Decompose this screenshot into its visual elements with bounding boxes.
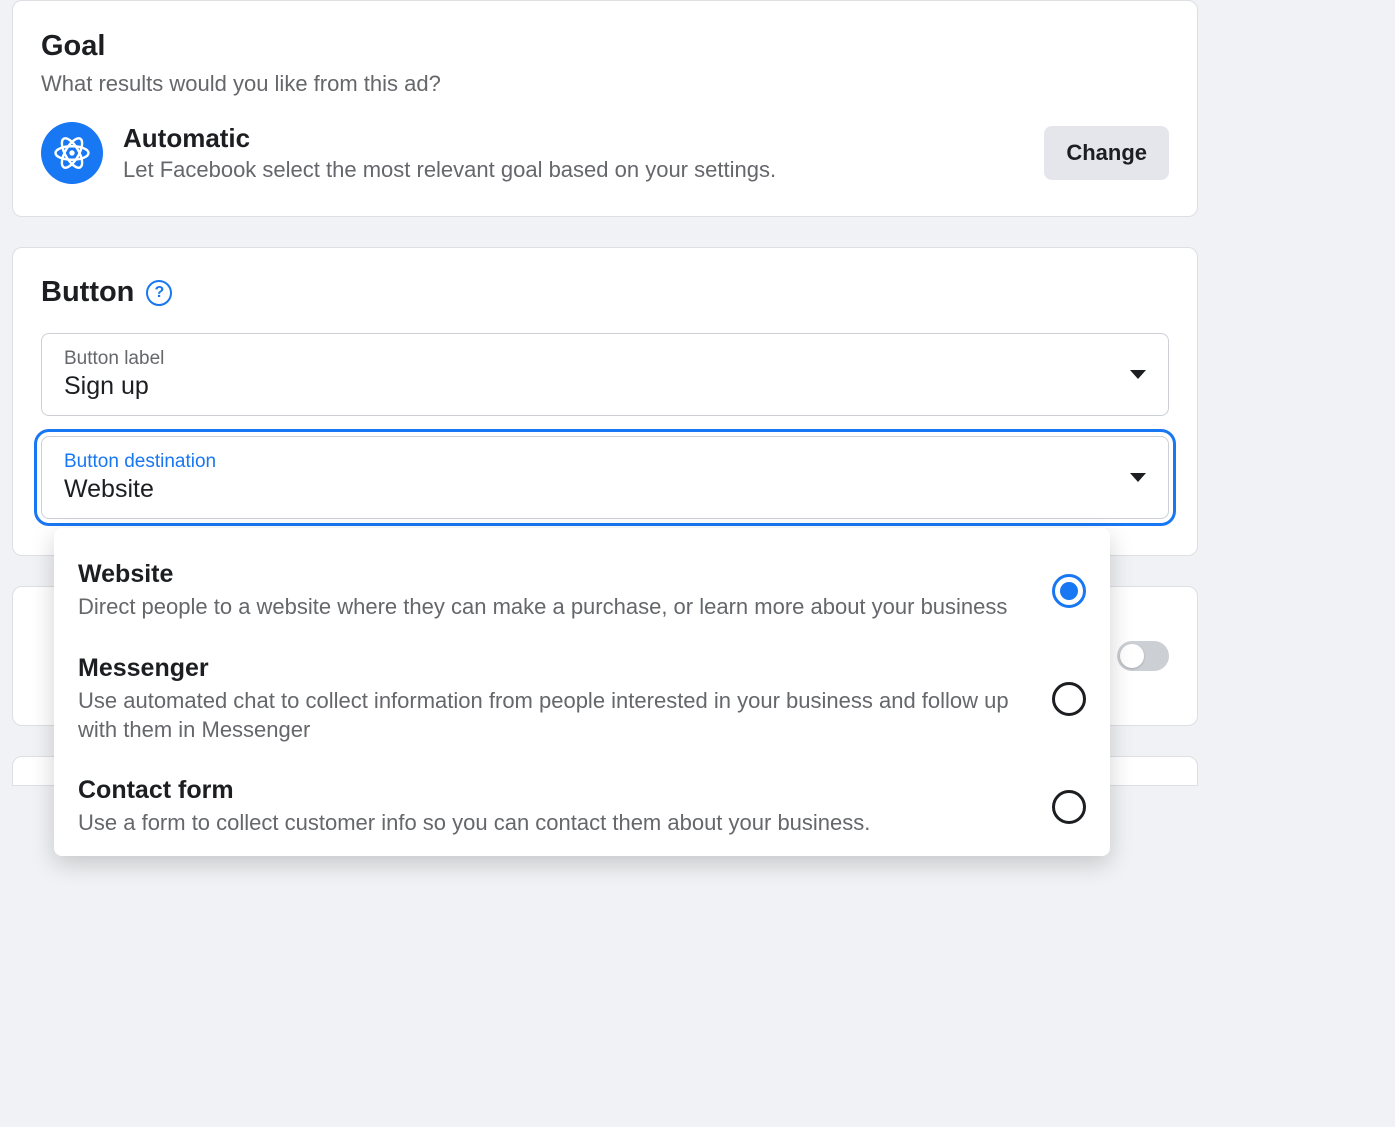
destination-option-contact-form[interactable]: Contact form Use a form to collect custo… bbox=[78, 762, 1086, 844]
chevron-down-icon bbox=[1130, 473, 1146, 482]
goal-text: Automatic Let Facebook select the most r… bbox=[123, 123, 1024, 185]
button-destination-field-label: Button destination bbox=[64, 451, 216, 473]
option-desc: Use automated chat to collect informatio… bbox=[78, 687, 1028, 744]
automatic-goal-icon bbox=[41, 122, 103, 184]
option-title: Contact form bbox=[78, 776, 1028, 805]
button-heading: Button bbox=[41, 276, 134, 309]
button-label-select[interactable]: Button label Sign up bbox=[41, 333, 1169, 416]
radio-unselected-icon[interactable] bbox=[1052, 790, 1086, 824]
change-button[interactable]: Change bbox=[1044, 126, 1169, 180]
radio-selected-icon[interactable] bbox=[1052, 574, 1086, 608]
destination-dropdown: Website Direct people to a website where… bbox=[54, 528, 1110, 855]
goal-subtitle: What results would you like from this ad… bbox=[41, 70, 1169, 99]
option-title: Website bbox=[78, 560, 1028, 589]
goal-card: Goal What results would you like from th… bbox=[12, 0, 1198, 217]
button-card-wrap: Button ? Button label Sign up Button des… bbox=[12, 247, 1198, 556]
chevron-down-icon bbox=[1130, 370, 1146, 379]
help-icon[interactable]: ? bbox=[146, 280, 172, 306]
goal-selected-name: Automatic bbox=[123, 123, 1024, 154]
button-destination-select[interactable]: Button destination Website bbox=[41, 436, 1169, 519]
toggle-switch[interactable] bbox=[1117, 641, 1169, 671]
button-label-field-value: Sign up bbox=[64, 372, 164, 401]
goal-selected-desc: Let Facebook select the most relevant go… bbox=[123, 156, 1024, 185]
destination-option-messenger[interactable]: Messenger Use automated chat to collect … bbox=[78, 640, 1086, 762]
button-card: Button ? Button label Sign up Button des… bbox=[12, 247, 1198, 556]
option-desc: Use a form to collect customer info so y… bbox=[78, 809, 1028, 838]
button-label-field-label: Button label bbox=[64, 348, 164, 370]
option-title: Messenger bbox=[78, 654, 1028, 683]
radio-unselected-icon[interactable] bbox=[1052, 682, 1086, 716]
destination-option-website[interactable]: Website Direct people to a website where… bbox=[78, 546, 1086, 640]
goal-row: Automatic Let Facebook select the most r… bbox=[41, 122, 1169, 184]
button-heading-row: Button ? bbox=[41, 276, 1169, 309]
goal-heading: Goal bbox=[41, 29, 1169, 64]
option-desc: Direct people to a website where they ca… bbox=[78, 593, 1028, 622]
button-destination-field-value: Website bbox=[64, 475, 216, 504]
